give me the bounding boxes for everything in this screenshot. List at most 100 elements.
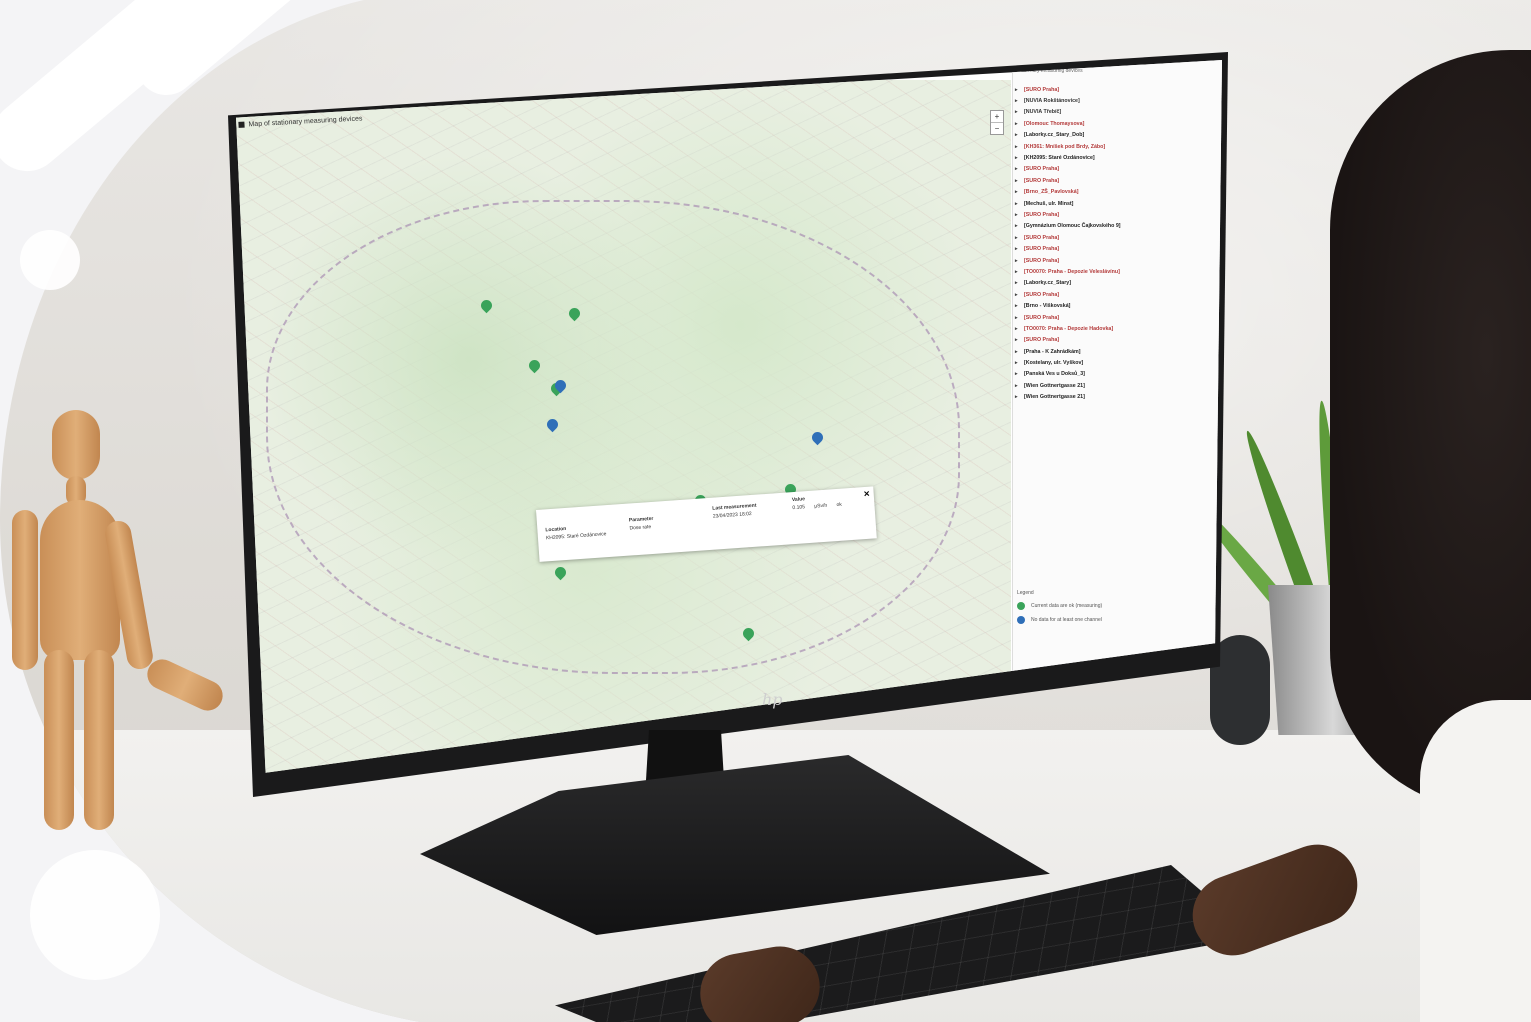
map-marker-icon[interactable] (547, 419, 558, 433)
device-list-item[interactable]: ▸ [SURO Praha] (1015, 335, 1215, 346)
expand-arrow-icon[interactable]: ▸ (1015, 360, 1024, 366)
device-list-item[interactable]: ▸ [Laborky.cz_Stary] (1015, 278, 1215, 289)
popup-last-value: 23/04/2023 18:02 (712, 510, 752, 520)
device-list-item[interactable]: ▸ [SURO Praha] (1015, 232, 1215, 243)
device-name: [SURO Praha] (1024, 86, 1060, 93)
legend: Legend Current data are ok (measuring) No… (1017, 590, 1217, 624)
device-list-item[interactable]: ▸ [Wien Gottnertgasse 21] (1015, 392, 1215, 403)
marker-icon (1017, 602, 1025, 610)
expand-arrow-icon[interactable]: ▸ (1015, 292, 1024, 298)
device-list-item[interactable]: ▸ [Praha - K Zahrádkám] (1015, 346, 1215, 357)
device-list-item[interactable]: ▸ [Mechuš, ulr. Minst] (1015, 198, 1215, 209)
map-marker-icon[interactable] (569, 308, 580, 322)
expand-arrow-icon[interactable]: ▸ (1015, 132, 1024, 138)
map-marker-icon[interactable] (555, 567, 566, 581)
zoom-out-button[interactable]: − (991, 122, 1003, 134)
expand-arrow-icon[interactable]: ▸ (1015, 223, 1024, 229)
hp-logo: hp (762, 690, 783, 709)
expand-arrow-icon[interactable]: ▸ (1015, 337, 1024, 343)
expand-arrow-icon[interactable]: ▸ (1015, 349, 1024, 355)
device-list-item[interactable]: ▸ [NUVIA Rokštánovice] (1015, 95, 1215, 106)
device-name: [Wien Gottnertgasse 21] (1024, 382, 1085, 389)
expand-arrow-icon[interactable]: ▸ (1015, 280, 1024, 286)
expand-arrow-icon[interactable]: ▸ (1015, 383, 1024, 389)
map-marker-icon[interactable] (743, 628, 754, 642)
popup-parameter-label: Parameter (628, 515, 654, 524)
expand-arrow-icon[interactable]: ▸ (1015, 371, 1024, 377)
popup-parameter-value: Dose rate (629, 524, 652, 532)
device-name: [SURO Praha] (1024, 166, 1060, 173)
legend-label: Current data are ok (measuring) (1031, 603, 1103, 609)
decor-circle (20, 230, 80, 290)
device-name: [Praha - K Zahrádkám] (1024, 348, 1081, 355)
expand-arrow-icon[interactable]: ▸ (1015, 178, 1024, 184)
popup-close-button[interactable]: × (863, 489, 870, 500)
map-marker-icon[interactable] (481, 300, 492, 314)
expand-arrow-icon[interactable]: ▸ (1015, 144, 1024, 150)
expand-arrow-icon[interactable]: ▸ (1015, 201, 1024, 207)
device-name: [TO0070: Praha - Depozie Veleslávínu] (1024, 268, 1120, 275)
device-name: [Laborky.cz_Stary] (1024, 280, 1072, 287)
expand-arrow-icon[interactable]: ▸ (1015, 87, 1024, 93)
device-list-item[interactable]: ▸ [SURO Praha] (1015, 312, 1215, 323)
device-name: [Laborky.cz_Stary_Dob] (1024, 132, 1085, 139)
expand-arrow-icon[interactable]: ▸ (1015, 326, 1024, 332)
device-list-item[interactable]: ▸ [TO0070: Praha - Depozie Veleslávínu] (1015, 266, 1215, 277)
expand-arrow-icon[interactable]: ▸ (1015, 303, 1024, 309)
expand-arrow-icon[interactable]: ▸ (1015, 98, 1024, 104)
device-name: [SURO Praha] (1024, 337, 1060, 344)
map-view[interactable]: + − × Location KH2095: Staré Ozdánovice … (236, 80, 1011, 773)
expand-arrow-icon[interactable]: ▸ (1015, 155, 1024, 161)
expand-arrow-icon[interactable]: ▸ (1015, 315, 1024, 321)
zoom-in-button[interactable]: + (991, 111, 1003, 122)
legend-row: No data for at least one channel (1017, 616, 1217, 624)
device-name: [NUVIA Třebíč] (1024, 109, 1062, 116)
expand-arrow-icon[interactable]: ▸ (1015, 109, 1024, 115)
device-list-item[interactable]: ▸ [Brno - Viškovská] (1015, 300, 1215, 311)
device-list-item[interactable]: ▸ [TO0070: Praha - Depozie Hadovka] (1015, 323, 1215, 334)
device-list-item[interactable]: ▸ [NUVIA Třebíč] (1015, 107, 1215, 118)
expand-arrow-icon[interactable]: ▸ (1015, 258, 1024, 264)
device-list-item[interactable]: ▸ [SURO Praha] (1015, 175, 1215, 186)
expand-arrow-icon[interactable]: ▸ (1015, 235, 1024, 241)
device-list-item[interactable]: ▸ [SURO Praha] (1015, 164, 1215, 175)
device-list-item[interactable]: ▸ [SURO Praha] (1015, 289, 1215, 300)
expand-arrow-icon[interactable]: ▸ (1015, 394, 1024, 400)
device-name: [NUVIA Rokštánovice] (1024, 98, 1080, 105)
device-name: [Kostelany, ulr. Vyškov] (1024, 360, 1084, 367)
device-list-item[interactable]: ▸ [SURO Praha] (1015, 209, 1215, 220)
zoom-control[interactable]: + − (990, 110, 1004, 135)
device-name: [SURO Praha] (1024, 257, 1060, 264)
device-list-item[interactable]: ▸ [SURO Praha] (1015, 84, 1215, 95)
expand-arrow-icon[interactable]: ▸ (1015, 189, 1024, 195)
device-list-item[interactable]: ▸ [SURO Praha] (1015, 243, 1215, 254)
device-list-item[interactable]: ▸ [Laborky.cz_Stary_Dob] (1015, 130, 1215, 141)
device-list-item[interactable]: ▸ [Brno_ZŠ_Pavlovská] (1015, 187, 1215, 198)
expand-arrow-icon[interactable]: ▸ (1015, 212, 1024, 218)
device-list-item[interactable]: ▸ [Panská Ves u Doksů_3] (1015, 369, 1215, 380)
device-list-item[interactable]: ▸ [KH2095: Staré Ozdánovice] (1015, 152, 1215, 163)
device-list-item[interactable]: ▸ [SURO Praha] (1015, 255, 1215, 266)
device-name: [SURO Praha] (1024, 177, 1060, 184)
window-title: Map of stationary measuring devices (248, 114, 363, 128)
device-list-item[interactable]: ▸ [Kostelany, ulr. Vyškov] (1015, 357, 1215, 368)
decor-circle (30, 850, 160, 980)
photo-scene: + − × Location KH2095: Staré Ozdánovice … (0, 0, 1531, 1022)
device-list-item[interactable]: ▸ [KH361: Mníšek pod Brdy, Zábo] (1015, 141, 1215, 152)
popup-value-label: Value (791, 496, 806, 504)
device-name: [Gymnázium Olomouc Čajkovského 9] (1024, 223, 1121, 230)
person-shirt (1420, 700, 1531, 1022)
device-list-item[interactable]: ▸ [Gymnázium Olomouc Čajkovského 9] (1015, 221, 1215, 232)
legend-rows: Current data are ok (measuring) No data f… (1017, 602, 1217, 624)
expand-arrow-icon[interactable]: ▸ (1015, 246, 1024, 252)
expand-arrow-icon[interactable]: ▸ (1015, 269, 1024, 275)
map-marker-icon[interactable] (555, 380, 566, 394)
map-marker-icon[interactable] (812, 432, 823, 446)
expand-arrow-icon[interactable]: ▸ (1015, 166, 1024, 172)
popup-value-extra: ok (836, 501, 843, 509)
map-marker-icon[interactable] (529, 360, 540, 374)
device-list-item[interactable]: ▸ [Wien Gottnertgasse 21] (1015, 380, 1215, 391)
popup-value-number: 0.105 (792, 504, 806, 512)
expand-arrow-icon[interactable]: ▸ (1015, 121, 1024, 127)
device-list-item[interactable]: ▸ [Olomouc Thomaysova] (1015, 118, 1215, 129)
